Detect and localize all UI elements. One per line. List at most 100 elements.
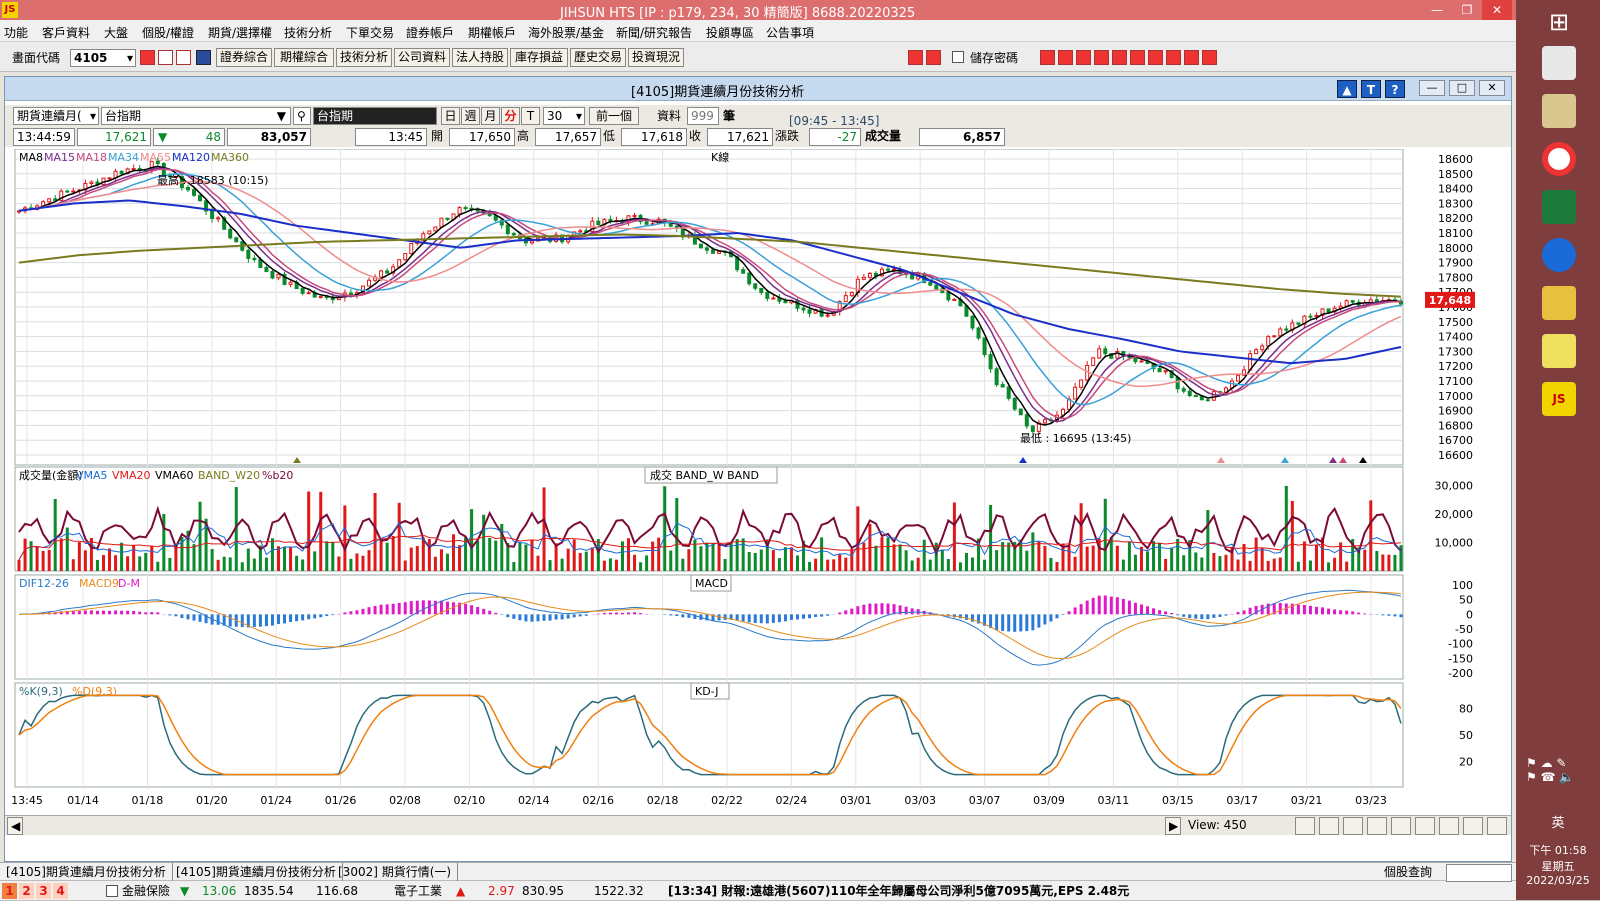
toolbar-button-7[interactable]: 投資現況 <box>628 48 684 67</box>
drawing-tool-icon[interactable] <box>1130 50 1145 65</box>
jihsun-app-icon[interactable]: JS <box>1542 382 1576 416</box>
chart-tool-icon[interactable] <box>1343 817 1363 835</box>
scroll-right-button[interactable]: ▶ <box>1165 817 1181 835</box>
chrome-icon[interactable] <box>1542 142 1576 176</box>
toolbar-button-5[interactable]: 庫存損益 <box>510 48 568 67</box>
chart-tool-icon[interactable] <box>1487 817 1507 835</box>
volume-bar <box>199 502 202 571</box>
forward-icon[interactable] <box>926 50 941 65</box>
drawing-tool-icon[interactable] <box>1076 50 1091 65</box>
menu-item-8[interactable]: 期權帳戶 <box>468 24 516 41</box>
inner-restore-button[interactable]: □ <box>1449 80 1475 96</box>
menu-item-2[interactable]: 大盤 <box>104 24 128 41</box>
toolbar-button-6[interactable]: 歷史交易 <box>570 48 626 67</box>
menu-item-1[interactable]: 客戶資料 <box>42 24 90 41</box>
dm-bar <box>289 614 292 622</box>
menu-item-0[interactable]: 功能 <box>4 24 28 41</box>
drawing-tool-icon[interactable] <box>1058 50 1073 65</box>
drawing-tool-icon[interactable] <box>1112 50 1127 65</box>
chart-tool-icon[interactable] <box>1463 817 1483 835</box>
tab-1[interactable]: [4105]期貨連續月份技術分析 <box>176 863 343 881</box>
dm-bar <box>488 611 491 615</box>
menu-item-6[interactable]: 下單交易 <box>346 24 394 41</box>
drawing-tool-icon[interactable] <box>1148 50 1163 65</box>
menu-item-10[interactable]: 新聞/研究報告 <box>616 24 692 41</box>
minimize-button[interactable]: — <box>1422 0 1452 20</box>
drawing-tool-icon[interactable] <box>1166 50 1181 65</box>
drawing-tool-icon[interactable] <box>1040 50 1055 65</box>
toolbar-button-1[interactable]: 期權綜合 <box>274 48 334 67</box>
period-button-1[interactable]: 週 <box>461 107 480 125</box>
scroll-left-button[interactable]: ◀ <box>7 817 23 835</box>
chart-tool-icon[interactable] <box>1415 817 1435 835</box>
clock-time[interactable]: 下午 01:58 <box>1516 842 1600 858</box>
drawing-tool-icon[interactable] <box>1094 50 1109 65</box>
chart-tool-icon[interactable] <box>1319 817 1339 835</box>
ime-indicator[interactable]: 英 <box>1516 812 1600 831</box>
menu-item-12[interactable]: 公告事項 <box>766 24 814 41</box>
inner-minimize-button[interactable]: — <box>1419 80 1445 96</box>
excel-icon[interactable] <box>1542 190 1576 224</box>
t-icon[interactable]: T <box>1361 80 1381 98</box>
interval-select[interactable]: 30▾ <box>543 107 585 125</box>
close-button[interactable]: ✕ <box>1482 0 1512 20</box>
search-red-icon[interactable] <box>140 50 155 65</box>
back-icon[interactable] <box>908 50 923 65</box>
toolbar-button-3[interactable]: 公司資料 <box>394 48 450 67</box>
tab-2[interactable]: [3002] 期貨行情(一) <box>338 863 458 881</box>
candle-body <box>893 269 896 270</box>
technical-chart[interactable]: 1860018500184001830018200181001800017900… <box>5 149 1511 815</box>
toolbar-button-0[interactable]: 證券綜合 <box>216 48 272 67</box>
chart-tool-icon[interactable] <box>1391 817 1411 835</box>
ie-icon[interactable] <box>1542 238 1576 272</box>
menu-item-11[interactable]: 投顧專區 <box>706 24 754 41</box>
tab-0[interactable]: [4105]期貨連續月份技術分析 <box>6 863 173 881</box>
chart-tool-icon[interactable] <box>1367 817 1387 835</box>
search-icon[interactable]: ⚲ <box>293 107 311 125</box>
help-icon[interactable]: ? <box>1385 80 1405 98</box>
drawing-tool-icon[interactable] <box>1202 50 1217 65</box>
menu-item-3[interactable]: 個股/權證 <box>142 24 194 41</box>
period-button-0[interactable]: 日 <box>441 107 460 125</box>
contract-select[interactable]: 期貨連續月(▾ <box>13 107 99 125</box>
toolbar-button-4[interactable]: 法人持股 <box>452 48 508 67</box>
app-icon-window[interactable] <box>1542 46 1576 80</box>
volume-bar <box>1297 562 1300 571</box>
paint-icon[interactable] <box>1542 94 1576 128</box>
ticker-page-1[interactable]: 2 <box>19 883 34 899</box>
up-arrow-icon[interactable]: ▲ <box>1337 80 1357 98</box>
stock-query-input[interactable] <box>1446 864 1512 882</box>
period-button-2[interactable]: 月 <box>481 107 500 125</box>
ticker-page-2[interactable]: 3 <box>36 883 51 899</box>
toolbar-button-2[interactable]: 技術分析 <box>336 48 392 67</box>
code-input[interactable]: 4105▾ <box>70 49 136 67</box>
restore-button[interactable]: ❐ <box>1452 0 1482 20</box>
note-icon[interactable] <box>1542 334 1576 368</box>
folder-icon[interactable] <box>158 50 173 65</box>
chart-tool-icon[interactable] <box>1439 817 1459 835</box>
menu-item-4[interactable]: 期貨/選擇權 <box>208 24 272 41</box>
data-count-input[interactable]: 999 <box>687 107 719 125</box>
menu-item-5[interactable]: 技術分析 <box>284 24 332 41</box>
volume-bar <box>1140 547 1143 571</box>
chart-tool-icon[interactable] <box>1295 817 1315 835</box>
period-button-4[interactable]: T <box>521 107 540 125</box>
menu-item-9[interactable]: 海外股票/基金 <box>528 24 604 41</box>
prev-button[interactable]: 前一個 <box>589 107 639 125</box>
print-icon[interactable] <box>176 50 191 65</box>
drawing-tool-icon[interactable] <box>1184 50 1199 65</box>
menu-item-7[interactable]: 證券帳戶 <box>406 24 454 41</box>
macd-legend-1: MACD9 <box>79 577 119 590</box>
ticker-page-0[interactable]: 1 <box>2 883 17 899</box>
index-select[interactable]: 台指期▼ <box>101 107 291 125</box>
folder-icon-taskbar[interactable] <box>1542 286 1576 320</box>
period-button-3[interactable]: 分 <box>501 107 520 125</box>
ticker-checkbox[interactable] <box>106 885 118 897</box>
ticker-page-3[interactable]: 4 <box>53 883 68 899</box>
save-password-checkbox[interactable] <box>952 51 964 63</box>
windows-start-icon[interactable]: ⊞ <box>1542 8 1576 42</box>
inner-close-button[interactable]: ✕ <box>1479 80 1505 96</box>
ticker-news[interactable]: [13:34] 財報:遠雄港(5607)110年全年歸屬母公司淨利5億7095萬… <box>668 882 1129 900</box>
dm-bar <box>156 612 159 614</box>
dropdown-icon[interactable] <box>196 50 211 65</box>
